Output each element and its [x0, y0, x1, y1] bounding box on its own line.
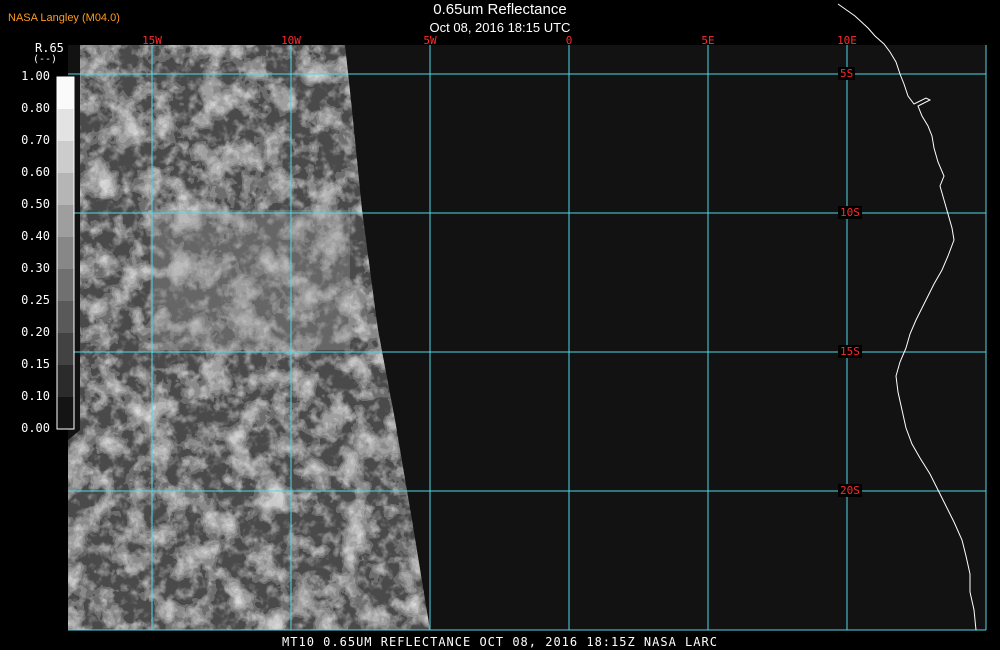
timestamp: Oct 08, 2016 18:15 UTC [429, 20, 571, 35]
colorbar-swatch [57, 397, 74, 429]
latitude-label: 10S [838, 206, 862, 219]
colorbar-swatch [57, 269, 74, 301]
colorbar [56, 76, 75, 430]
colorbar-tick-label: 0.15 [21, 357, 50, 371]
latitude-label: 5S [838, 67, 856, 80]
latitude-label: 20S [838, 484, 862, 497]
colorbar-tick-label: 0.10 [21, 389, 50, 403]
colorbar-tick-label: 0.60 [21, 165, 50, 179]
longitude-label: 10W [281, 34, 301, 47]
colorbar-swatch [57, 141, 74, 173]
colorbar-units: (--) [33, 54, 58, 65]
colorbar-label: R.65 [35, 41, 64, 55]
colorbar-tick-label: 0.80 [21, 101, 50, 115]
colorbar-tick-label: 1.00 [21, 69, 50, 83]
colorbar-swatch [57, 365, 74, 397]
colorbar-tick-label: 0.30 [21, 261, 50, 275]
colorbar-swatch [57, 301, 74, 333]
page-title: 0.65um Reflectance [433, 1, 567, 18]
longitude-label: 10E [837, 34, 857, 47]
colorbar-tick-label: 0.70 [21, 133, 50, 147]
colorbar-tick-label: 0.20 [21, 325, 50, 339]
colorbar-tick-label: 0.25 [21, 293, 50, 307]
satellite-map [56, 3, 987, 631]
colorbar-swatch [57, 173, 74, 205]
latitude-label: 15S [838, 345, 862, 358]
colorbar-swatch [57, 109, 74, 141]
colorbar-tick-label: 0.50 [21, 197, 50, 211]
colorbar-tick-label: 0.00 [21, 421, 50, 435]
longitude-label: 5W [423, 34, 437, 47]
colorbar-swatch [57, 333, 74, 365]
footer-caption: MT10 0.65UM REFLECTANCE OCT 08, 2016 18:… [282, 635, 718, 649]
colorbar-swatch [57, 205, 74, 237]
colorbar-swatch [57, 77, 74, 109]
colorbar-tick-label: 0.40 [21, 229, 50, 243]
longitude-label: 5E [701, 34, 715, 47]
colorbar-swatch [57, 237, 74, 269]
longitude-label: 0 [565, 34, 573, 47]
longitude-label: 15W [142, 34, 162, 47]
